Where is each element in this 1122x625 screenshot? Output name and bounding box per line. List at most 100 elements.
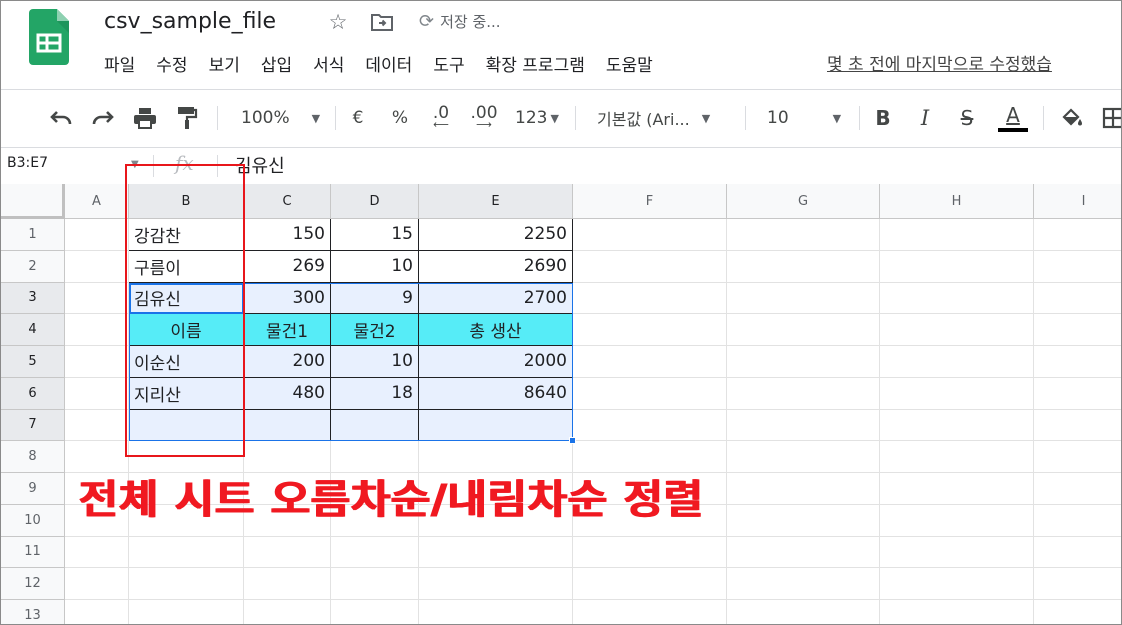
select-all-corner[interactable] bbox=[1, 184, 65, 219]
grid-cell[interactable]: 9 bbox=[331, 282, 419, 315]
grid-cell[interactable] bbox=[1034, 410, 1121, 442]
grid-cell[interactable]: 이순신 bbox=[129, 346, 244, 378]
grid-cell[interactable] bbox=[65, 346, 129, 378]
grid-cell[interactable] bbox=[727, 536, 880, 569]
column-header[interactable]: I bbox=[1034, 184, 1121, 219]
menu-file[interactable]: 파일 bbox=[104, 54, 135, 78]
menu-help[interactable]: 도움말 bbox=[606, 54, 653, 78]
grid-cell[interactable]: 200 bbox=[244, 346, 331, 378]
fill-color-icon[interactable] bbox=[1057, 101, 1087, 135]
grid-cell[interactable]: 이름 bbox=[129, 314, 244, 346]
grid-cell[interactable] bbox=[1034, 346, 1121, 378]
grid-cell[interactable] bbox=[880, 346, 1034, 378]
grid-cell[interactable] bbox=[880, 409, 1034, 442]
grid-cell[interactable] bbox=[331, 536, 419, 569]
name-box[interactable]: B3:E7 bbox=[7, 155, 48, 171]
grid-cell[interactable] bbox=[727, 600, 880, 624]
grid-cell[interactable] bbox=[1034, 283, 1121, 315]
grid-cell[interactable] bbox=[573, 377, 727, 410]
font-family-select[interactable]: 기본값 (Ari... ▼ bbox=[585, 101, 735, 135]
grid-cell[interactable]: 150 bbox=[244, 219, 331, 251]
sheets-logo-icon[interactable] bbox=[29, 9, 69, 65]
column-header[interactable]: H bbox=[880, 184, 1034, 219]
grid-cell[interactable] bbox=[1034, 441, 1121, 473]
undo-icon[interactable] bbox=[45, 101, 77, 135]
row-header[interactable]: 8 bbox=[1, 441, 65, 473]
grid-cell[interactable] bbox=[244, 600, 331, 624]
grid-cell[interactable] bbox=[727, 282, 880, 315]
currency-format-button[interactable]: € bbox=[345, 101, 371, 135]
grid-cell[interactable] bbox=[65, 600, 129, 624]
grid-cell[interactable]: 지리산 bbox=[129, 377, 244, 410]
grid-cell[interactable] bbox=[880, 536, 1034, 569]
grid-cell[interactable] bbox=[419, 568, 573, 600]
row-header[interactable]: 3 bbox=[1, 282, 65, 315]
grid-cell[interactable] bbox=[331, 409, 419, 442]
grid-cell[interactable] bbox=[244, 409, 331, 442]
column-header[interactable]: F bbox=[573, 184, 727, 219]
grid-cell[interactable]: 2690 bbox=[419, 250, 573, 283]
grid-cell[interactable] bbox=[880, 377, 1034, 410]
grid-cell[interactable] bbox=[1034, 537, 1121, 569]
italic-button[interactable]: I bbox=[911, 101, 939, 135]
row-header[interactable]: 7 bbox=[1, 409, 65, 442]
grid-cell[interactable] bbox=[1034, 251, 1121, 283]
grid-cell[interactable] bbox=[1034, 505, 1121, 537]
grid-cell[interactable] bbox=[65, 536, 129, 569]
row-header[interactable]: 1 bbox=[1, 219, 65, 251]
grid-cell[interactable] bbox=[573, 409, 727, 442]
paint-format-icon[interactable] bbox=[171, 101, 203, 135]
percent-format-button[interactable]: % bbox=[387, 101, 413, 135]
grid-cell[interactable] bbox=[65, 377, 129, 410]
grid-cell[interactable]: 300 bbox=[244, 282, 331, 315]
grid-cell[interactable] bbox=[880, 568, 1034, 600]
row-header[interactable]: 12 bbox=[1, 568, 65, 600]
grid-cell[interactable] bbox=[880, 600, 1034, 624]
grid-cell[interactable] bbox=[880, 441, 1034, 473]
grid-cell[interactable] bbox=[65, 282, 129, 315]
grid-cell[interactable] bbox=[244, 568, 331, 600]
grid-cell[interactable] bbox=[727, 473, 880, 505]
menu-extensions[interactable]: 확장 프로그램 bbox=[486, 54, 585, 78]
grid-cell[interactable]: 총 생산 bbox=[419, 314, 573, 346]
grid-cell[interactable] bbox=[727, 441, 880, 473]
grid-cell[interactable] bbox=[129, 536, 244, 569]
print-icon[interactable] bbox=[129, 101, 161, 135]
grid-cell[interactable]: 269 bbox=[244, 250, 331, 283]
grid-cell[interactable] bbox=[727, 377, 880, 410]
grid-cell[interactable] bbox=[65, 568, 129, 600]
row-header[interactable]: 10 bbox=[1, 504, 65, 537]
row-header[interactable]: 13 bbox=[1, 600, 65, 624]
decrease-decimal-button[interactable]: .0 ⟵ bbox=[427, 101, 455, 135]
row-header[interactable]: 5 bbox=[1, 346, 65, 378]
grid-cell[interactable]: 10 bbox=[331, 346, 419, 378]
row-header[interactable]: 2 bbox=[1, 250, 65, 283]
grid-cell[interactable] bbox=[331, 600, 419, 624]
grid-cell[interactable] bbox=[65, 219, 129, 251]
grid-cell[interactable] bbox=[65, 409, 129, 442]
grid-cell[interactable]: 물건2 bbox=[331, 314, 419, 346]
grid-cell[interactable] bbox=[573, 314, 727, 346]
star-icon[interactable]: ☆ bbox=[325, 9, 351, 35]
zoom-select[interactable]: 100% ▼ bbox=[227, 101, 327, 135]
grid-cell[interactable] bbox=[727, 568, 880, 600]
grid-cell[interactable] bbox=[727, 250, 880, 283]
grid-cell[interactable] bbox=[129, 568, 244, 600]
chevron-down-icon[interactable]: ▼ bbox=[131, 159, 139, 170]
menu-data[interactable]: 데이터 bbox=[365, 54, 412, 78]
increase-decimal-button[interactable]: .00 ⟶ bbox=[467, 101, 501, 135]
grid-cell[interactable]: 18 bbox=[331, 377, 419, 410]
grid-cell[interactable] bbox=[880, 219, 1034, 251]
row-header[interactable]: 11 bbox=[1, 536, 65, 569]
grid-cell[interactable] bbox=[244, 536, 331, 569]
menu-format[interactable]: 서식 bbox=[313, 54, 344, 78]
grid-cell[interactable] bbox=[727, 219, 880, 251]
grid-cell[interactable] bbox=[573, 568, 727, 600]
grid-cell[interactable] bbox=[129, 600, 244, 624]
grid-cell[interactable] bbox=[65, 314, 129, 346]
grid-cell[interactable] bbox=[573, 219, 727, 251]
grid-cell[interactable] bbox=[1034, 600, 1121, 624]
grid-cell[interactable] bbox=[727, 346, 880, 378]
column-header[interactable]: D bbox=[331, 184, 419, 219]
grid-cell[interactable] bbox=[880, 250, 1034, 283]
